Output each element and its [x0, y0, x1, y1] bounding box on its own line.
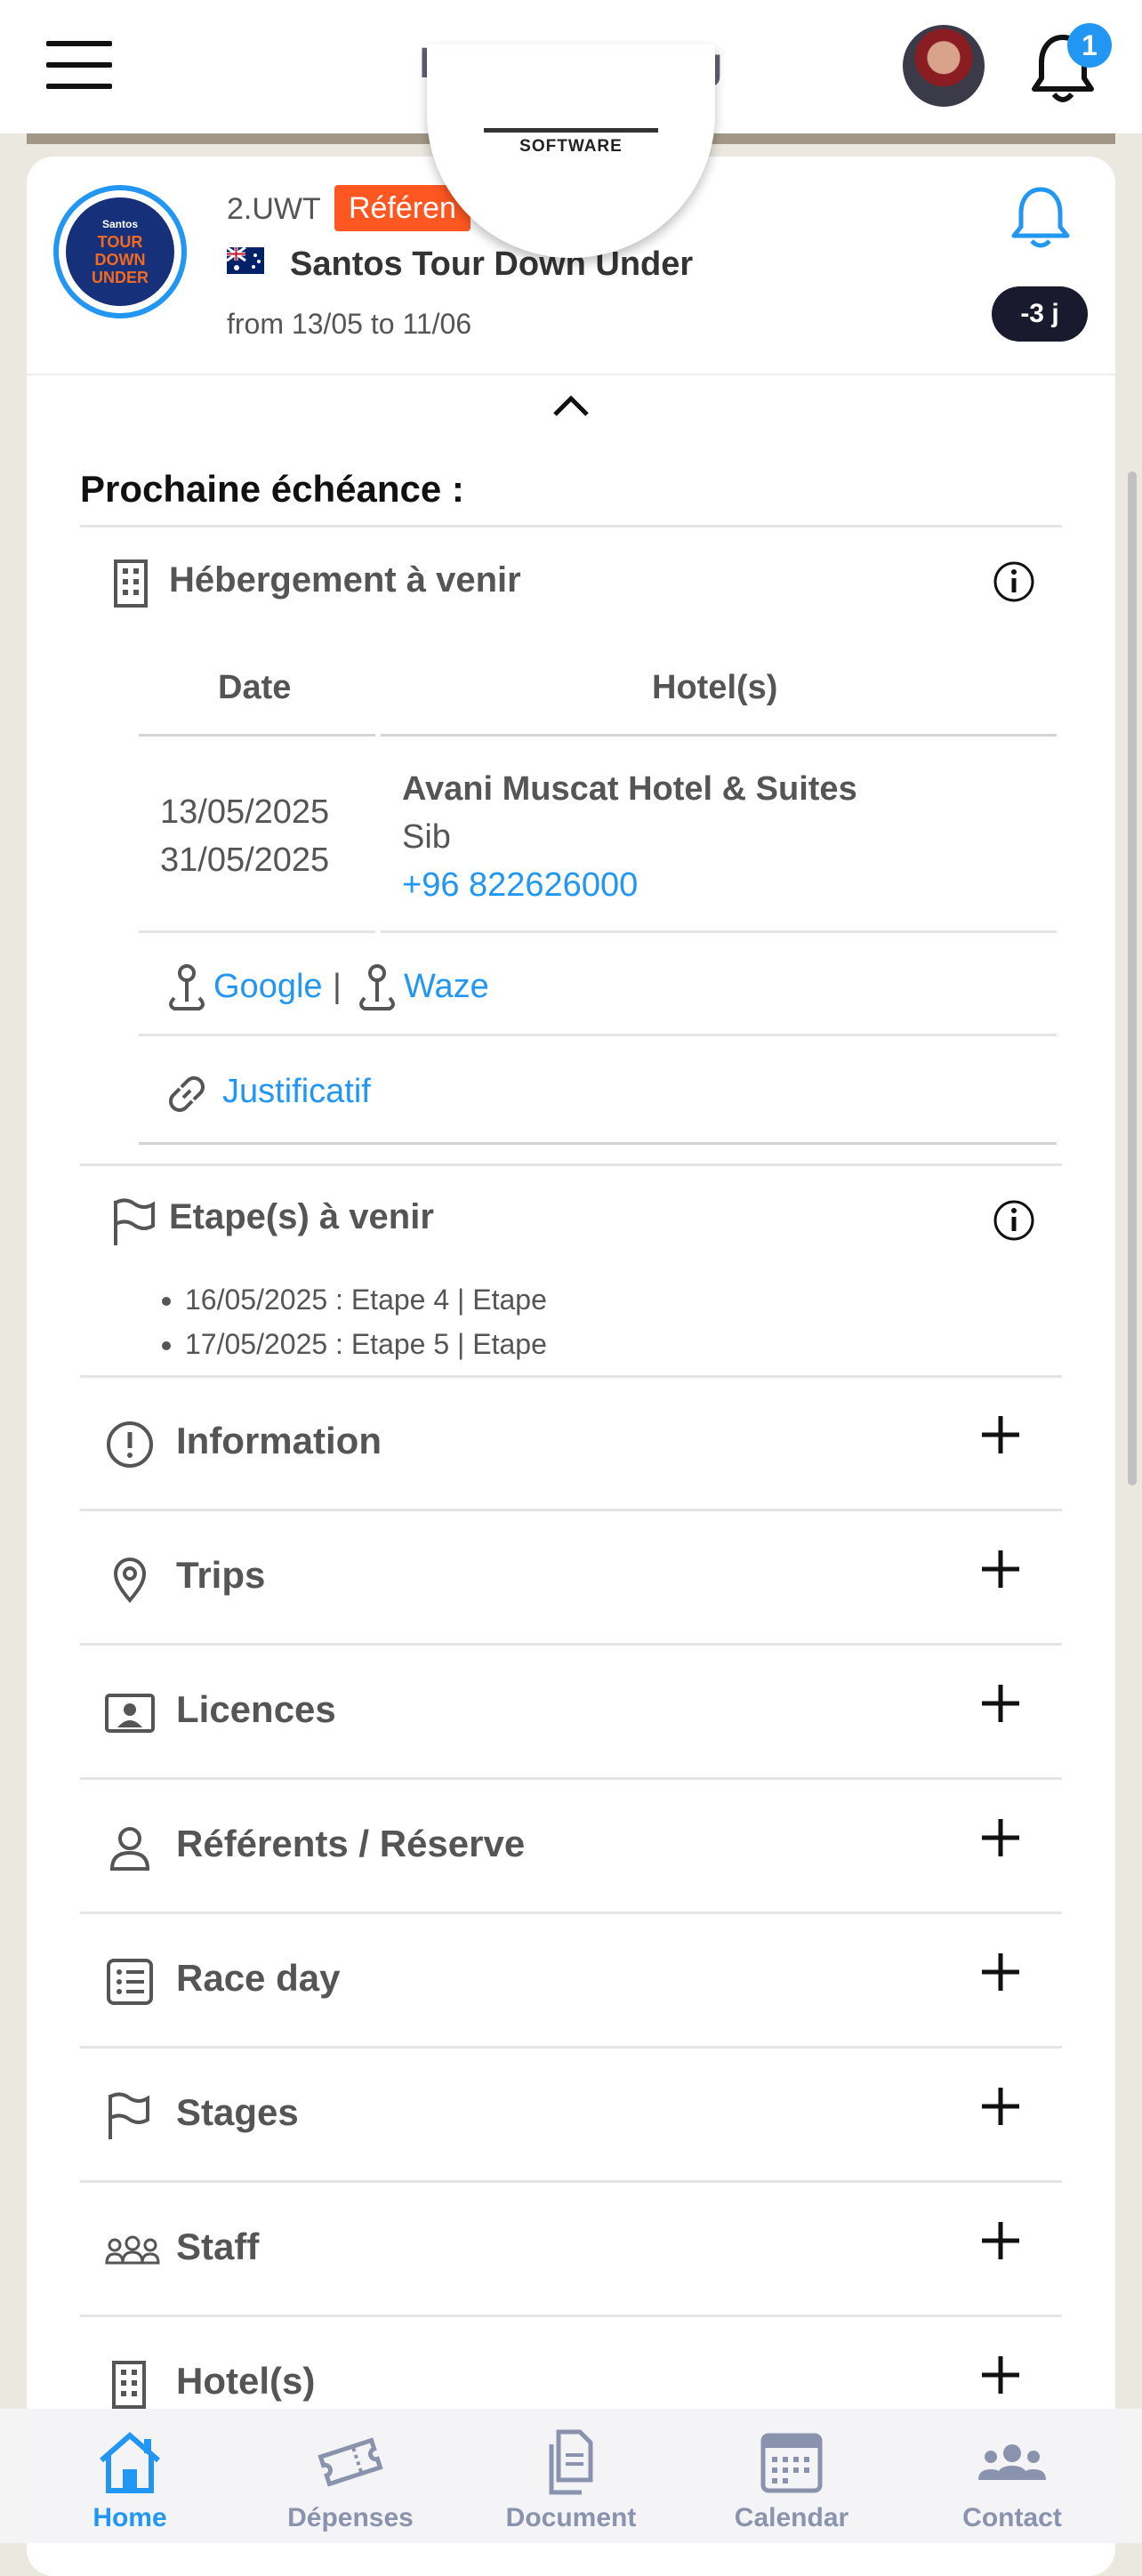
event-name[interactable]: Santos Tour Down Under	[290, 246, 693, 284]
section-label: Référents / Réserve	[176, 1823, 526, 1864]
contacts-icon	[978, 2444, 1046, 2480]
section-label: Hotel(s)	[176, 2360, 316, 2402]
section-staff[interactable]: Staff	[80, 2183, 1062, 2317]
plus-icon[interactable]	[978, 2218, 1023, 2263]
accommodation-title: Hébergement à venir	[169, 560, 521, 600]
notification-badge: 1	[1067, 23, 1112, 68]
nav-label: Contact	[962, 2503, 1062, 2532]
nav-contact[interactable]: Contact	[898, 2409, 1126, 2543]
section-label: Licences	[176, 1688, 336, 1730]
group-icon	[105, 2235, 160, 2265]
logo-line: TOUR	[97, 233, 143, 251]
logo-line: UNDER	[91, 269, 149, 286]
chevron-up-icon[interactable]	[551, 391, 591, 418]
google-maps-link[interactable]: Google	[213, 968, 323, 1006]
section-label: Information	[176, 1420, 382, 1461]
nav-calendar[interactable]: Calendar	[678, 2409, 905, 2543]
hotel-name: Avani Muscat Hotel & Suites	[402, 770, 857, 808]
id-card-icon	[105, 1694, 155, 1733]
nav-expenses[interactable]: Dépenses	[237, 2409, 464, 2543]
section-stages[interactable]: Stages	[80, 2049, 1062, 2183]
section-race-day[interactable]: Race day	[80, 1914, 1062, 2049]
event-dates: from 13/05 to 11/06	[227, 308, 472, 340]
table-header-divider	[139, 734, 375, 737]
table-header-divider	[381, 734, 1057, 737]
section-trips[interactable]: Trips	[80, 1511, 1062, 1646]
logo-text: SOFTWARE	[519, 137, 623, 156]
hotel-city: Sib	[402, 818, 451, 856]
divider	[139, 1034, 1057, 1036]
stages-upcoming-title: Etape(s) à venir	[169, 1197, 434, 1236]
user-icon	[109, 1827, 150, 1871]
next-deadline-title: Prochaine échéance :	[80, 468, 464, 510]
home-icon	[100, 2432, 160, 2493]
proof-link[interactable]: Justificatif	[222, 1073, 371, 1111]
logo-line: Santos	[101, 218, 138, 230]
list-item: 17/05/2025 : Etape 5 | Etape	[185, 1322, 547, 1366]
location-pin-icon	[113, 1558, 147, 1604]
event-category: 2.UWT	[227, 192, 321, 226]
plus-icon[interactable]	[978, 1950, 1023, 1994]
date-to: 31/05/2025	[160, 841, 330, 879]
nav-document[interactable]: Document	[457, 2409, 685, 2543]
divider	[139, 930, 375, 933]
documents-icon	[549, 2429, 593, 2495]
column-header-date: Date	[218, 669, 292, 706]
plus-icon[interactable]	[978, 2353, 1023, 2397]
nav-label: Home	[92, 2503, 167, 2532]
date-from: 13/05/2025	[160, 793, 330, 831]
ticket-icon	[318, 2437, 383, 2487]
event-logo-inner: Santos TOUR DOWN UNDER	[66, 197, 174, 306]
link-separator: |	[333, 968, 342, 1005]
flag-icon	[114, 1198, 155, 1245]
section-referents[interactable]: Référents / Réserve	[80, 1780, 1062, 1914]
upcoming-stages-list: 16/05/2025 : Etape 4 | Etape 17/05/2025 …	[158, 1277, 547, 1366]
info-icon[interactable]	[993, 1199, 1035, 1242]
plus-icon[interactable]	[978, 1681, 1023, 1726]
plus-icon[interactable]	[978, 2084, 1023, 2129]
waze-link[interactable]: Waze	[404, 968, 489, 1006]
calendar-icon	[760, 2433, 823, 2493]
map-pin-icon	[169, 964, 205, 1010]
australia-flag-icon	[226, 246, 264, 274]
section-label: Race day	[176, 1957, 341, 1999]
section-label: Staff	[176, 2226, 260, 2267]
divider	[381, 930, 1057, 933]
card-divider	[27, 374, 1115, 375]
building-icon	[112, 2361, 146, 2409]
avatar[interactable]	[903, 25, 985, 107]
logo-line: DOWN	[94, 251, 146, 269]
map-pin-icon	[359, 964, 395, 1010]
building-icon	[114, 559, 148, 608]
nav-label: Dépenses	[287, 2503, 414, 2532]
section-licences[interactable]: Licences	[80, 1646, 1062, 1780]
bottom-nav: Home Dépenses Document Calendar Contact	[0, 2409, 1142, 2543]
info-icon[interactable]	[993, 560, 1035, 603]
divider	[139, 1142, 1057, 1145]
event-bell-icon[interactable]	[1005, 182, 1076, 254]
countdown-badge: -3 j	[992, 286, 1088, 342]
scrollbar[interactable]	[1128, 471, 1137, 1485]
event-logo: Santos TOUR DOWN UNDER	[53, 185, 187, 318]
plus-icon[interactable]	[978, 1815, 1023, 1860]
nav-label: Document	[505, 2503, 637, 2532]
list-item: 16/05/2025 : Etape 4 | Etape	[185, 1277, 547, 1322]
section-information[interactable]: Information	[80, 1377, 1062, 1511]
section-label: Stages	[176, 2091, 299, 2133]
checklist-icon	[107, 1959, 153, 2005]
exclamation-circle-icon	[107, 1421, 153, 1468]
column-header-hotel: Hotel(s)	[652, 669, 778, 706]
flag-icon	[109, 2092, 149, 2139]
nav-home[interactable]: Home	[16, 2409, 244, 2543]
divider	[80, 1163, 1062, 1166]
plus-icon[interactable]	[978, 1413, 1023, 1457]
divider	[80, 525, 1062, 527]
plus-icon[interactable]	[978, 1547, 1023, 1591]
hotel-phone-link[interactable]: +96 822626000	[402, 866, 638, 905]
link-icon	[169, 1076, 205, 1112]
nav-label: Calendar	[734, 2503, 849, 2532]
section-label: Trips	[176, 1554, 266, 1596]
logo-mark	[484, 128, 658, 133]
